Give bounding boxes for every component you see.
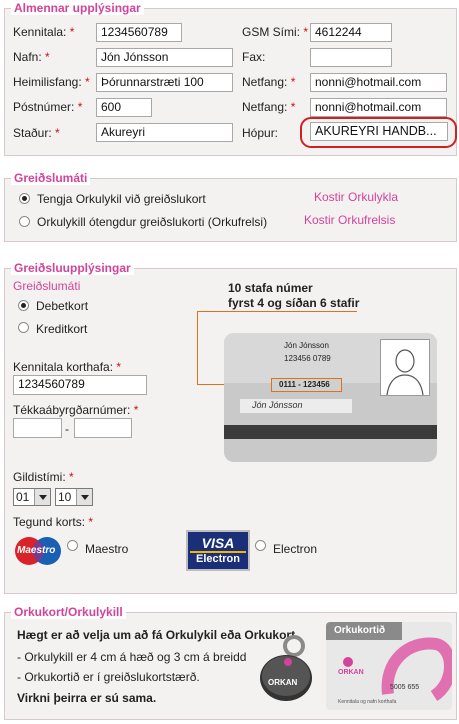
person-silhouette-icon — [386, 349, 424, 395]
label-fax: Fax: — [242, 50, 266, 64]
legend-payment-method: Greiðslumáti — [11, 171, 91, 185]
radio-maestro[interactable] — [67, 540, 78, 551]
link-kostir-orkufrelsis[interactable]: Kostir Orkufrelsis — [304, 213, 395, 227]
label-hopur: Hópur: — [242, 126, 279, 140]
input-stadur[interactable]: Akureyri — [96, 123, 233, 142]
radio-electron[interactable] — [255, 540, 266, 551]
input-hopur[interactable]: AKUREYRI HANDB... — [310, 122, 448, 141]
orkukort-card-image: Orkukortið ORKAN 5005 655 Kennitala og n… — [326, 622, 452, 710]
select-month[interactable]: 01 — [13, 488, 51, 506]
card-holder-kt: 123456 0789 — [284, 354, 331, 363]
label-maestro: Maestro — [85, 542, 129, 556]
radio-tengja[interactable] — [19, 193, 30, 204]
radio-debetkort[interactable] — [18, 300, 29, 311]
label-postnumer: Póstnúmer: * — [13, 100, 83, 114]
legend-payment-info: Greiðsluupplýsingar — [11, 261, 134, 275]
input-kennitala-korthafa[interactable]: 1234560789 — [13, 375, 147, 395]
orkukort-card-number: 5005 655 — [390, 684, 420, 691]
label-kennitala-korthafa: Kennitala korthafa: * — [13, 360, 122, 374]
select-year[interactable]: 10 — [55, 488, 93, 506]
input-nafn[interactable]: Jón Jónsson — [96, 48, 233, 67]
visa-stripe — [190, 551, 246, 553]
orkukort-line1: - Orkulykill er 4 cm á hæð og 3 cm á bre… — [17, 650, 247, 664]
orkulykill-fob-image: ORKAN — [255, 632, 321, 704]
input-postnumer[interactable]: 600 — [96, 98, 152, 117]
chevron-down-icon — [34, 489, 50, 505]
maestro-logo-text: Maestro — [17, 545, 56, 556]
label-tengja: Tengja Orkulykil við greiðslukort — [37, 192, 206, 206]
tekka-dash: - — [65, 422, 69, 436]
input-fax[interactable] — [310, 48, 392, 67]
orkukort-card-brand: ORKAN — [338, 669, 364, 676]
chevron-down-icon — [76, 489, 92, 505]
label-netfang1: Netfang: * — [242, 75, 296, 89]
label-kreditkort: Kreditkort — [36, 322, 88, 336]
label-heimilisfang: Heimilisfang: * — [13, 75, 90, 89]
card-holder-name: Jón Jónsson — [284, 341, 329, 350]
label-nafn: Nafn: * — [13, 50, 50, 64]
fob-brand-text: ORKAN — [268, 678, 298, 687]
input-tekka-part2[interactable] — [74, 418, 132, 438]
input-netfang2[interactable]: nonni@hotmail.com — [310, 98, 447, 117]
legend-orkukort: Orkukort/Orkulykill — [11, 605, 126, 619]
label-debetkort: Debetkort — [36, 299, 89, 313]
label-kennitala: Kennitala: * — [13, 25, 75, 39]
label-netfang2: Netfang: * — [242, 100, 296, 114]
input-netfang1[interactable]: nonni@hotmail.com — [310, 73, 447, 92]
card-magnetic-stripe — [224, 425, 437, 439]
orkukort-line2: - Orkukortið er í greiðslukortstærð. — [17, 670, 200, 684]
callout-line-horizontal — [197, 311, 357, 312]
label-tegund-korts: Tegund korts: * — [13, 515, 94, 529]
fieldset-payment-method: Greiðslumáti — [4, 171, 457, 242]
radio-otengdur[interactable] — [19, 216, 30, 227]
label-gsm: GSM Sími: * — [242, 25, 309, 39]
input-gsm[interactable]: 4612244 — [310, 23, 392, 42]
input-tekka-part1[interactable] — [13, 418, 62, 438]
card-signature: Jón Jónsson — [252, 400, 303, 410]
label-stadur: Staður: * — [13, 126, 60, 140]
orkukort-swirl — [343, 637, 452, 702]
label-gildistimi: Gildistími: * — [13, 470, 74, 484]
radio-kreditkort[interactable] — [18, 322, 29, 333]
label-tekkaabyrgdarnumer: Tékkaábyrgðarnúmer: * — [13, 403, 139, 417]
label-otengdur: Orkulykill ótengdur greiðslukorti (Orkuf… — [37, 215, 268, 229]
input-kennitala[interactable]: 1234560789 — [96, 23, 182, 42]
link-kostir-orkulykla[interactable]: Kostir Orkulykla — [314, 190, 398, 204]
input-heimilisfang[interactable]: Þórunnarstræti 100 — [96, 73, 233, 92]
label-electron: Electron — [273, 542, 318, 556]
orkukort-line3: Virkni þeirra er sú sama. — [17, 691, 157, 705]
callout-line-vertical — [197, 311, 198, 384]
orkukort-card-fine: Kennitala og nafn korthafa — [338, 699, 397, 705]
visa-electron-logo: VISA Electron — [186, 530, 250, 571]
visa-logo-bottom: Electron — [188, 553, 248, 565]
legend-general-info: Almennar upplýsingar — [11, 1, 144, 15]
sublegend-payment-method: Greiðslumáti — [13, 279, 81, 293]
card-photo — [380, 339, 430, 396]
maestro-logo: Maestro — [14, 536, 62, 566]
sample-card: Jón Jónsson 123456 0789 0111 - 123456 Jó… — [224, 333, 437, 462]
callout-text-1: 10 stafa númer — [228, 281, 313, 295]
callout-text-2: fyrst 4 og síðan 6 stafir — [228, 296, 360, 310]
visa-logo-top: VISA — [201, 535, 235, 551]
card-number: 0111 - 123456 — [279, 380, 330, 389]
